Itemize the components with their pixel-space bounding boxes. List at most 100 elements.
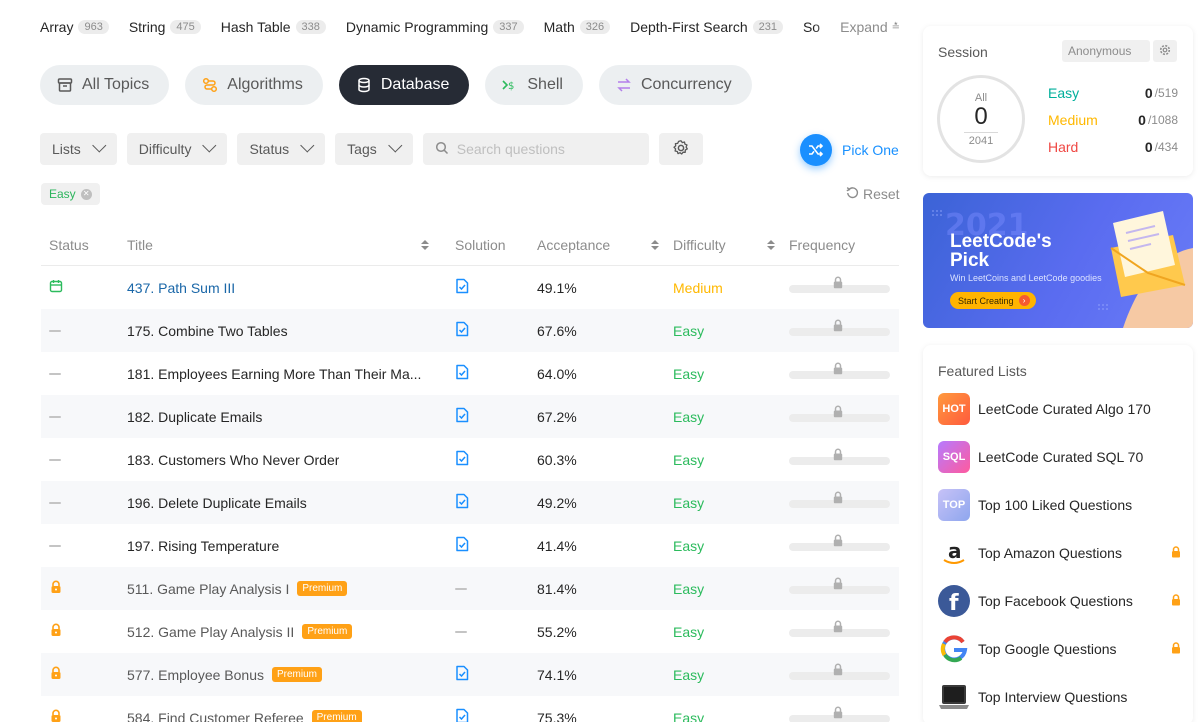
tag-dynamic-programming[interactable]: Dynamic Programming 337 (346, 19, 524, 35)
tag-count: 338 (295, 20, 326, 34)
search-input[interactable] (456, 141, 627, 157)
status-cell (41, 709, 127, 722)
tag-math[interactable]: Math 326 (544, 19, 611, 35)
tag-array[interactable]: Array 963 (40, 19, 109, 35)
table-row: 182. Duplicate Emails 67.2% Easy (41, 395, 899, 438)
tab-all-topics[interactable]: All Topics (40, 65, 170, 105)
featured-item-facebook[interactable]: f Top Facebook Questions (938, 584, 1188, 618)
featured-lists-card: Featured Lists HOT LeetCode Curated Algo… (923, 345, 1193, 722)
title-cell: 511. Game Play Analysis I Premium (127, 581, 455, 597)
tag-name: String (128, 19, 166, 35)
difficulty-cell: Easy (673, 408, 705, 425)
tab-database[interactable]: Database (338, 65, 470, 105)
header-frequency: Frequency (789, 236, 856, 253)
shuffle-icon (800, 134, 832, 166)
session-selector[interactable]: Anonymous (1062, 40, 1150, 62)
tag-hash-table[interactable]: Hash Table 338 (221, 19, 326, 35)
reset-button[interactable]: Reset (846, 186, 900, 202)
problem-title-link[interactable]: 196. Delete Duplicate Emails (127, 495, 307, 511)
header-acceptance[interactable]: Acceptance (537, 237, 673, 253)
header-status: Status (49, 236, 89, 253)
tab-label: Shell (527, 76, 563, 93)
promo-banner[interactable]: 2021 LeetCode's Pick Win LeetCoins and Le… (923, 193, 1193, 328)
solution-icon[interactable] (455, 493, 469, 512)
reset-icon (846, 186, 859, 202)
frequency-cell (789, 620, 899, 637)
status-dash (49, 372, 61, 375)
solution-icon[interactable] (455, 278, 469, 297)
featured-item-sql-70[interactable]: SQL LeetCode Curated SQL 70 (938, 440, 1188, 474)
featured-item-interview[interactable]: Top Interview Questions (938, 680, 1188, 714)
stat-total: /519 (1154, 86, 1178, 100)
acceptance-cell: 60.3% (537, 451, 577, 468)
problem-title-link[interactable]: 197. Rising Temperature (127, 538, 279, 554)
solution-icon[interactable] (455, 364, 469, 383)
session-settings-button[interactable] (1153, 40, 1177, 62)
title-cell: 182. Duplicate Emails (127, 409, 455, 425)
lock-icon (832, 448, 844, 464)
chevron-down-icon (387, 138, 403, 153)
status-dropdown[interactable]: Status (237, 133, 326, 165)
acceptance-cell: 74.1% (537, 666, 577, 683)
algorithms-icon (201, 76, 219, 94)
frequency-cell (789, 491, 899, 508)
solution-icon[interactable] (455, 665, 469, 684)
session-label: Session (938, 44, 988, 60)
pick-one-button[interactable]: Pick One (800, 134, 899, 166)
featured-item-google[interactable]: Top Google Questions (938, 632, 1188, 666)
start-creating-button[interactable]: Start Creating › (950, 292, 1036, 309)
problem-title-link[interactable]: 577. Employee Bonus (127, 667, 264, 683)
tags-dropdown[interactable]: Tags (335, 133, 413, 165)
tag-name: Hash Table (220, 19, 291, 35)
expand-button[interactable]: Expand ≛ (814, 14, 900, 40)
stack-icon (56, 76, 74, 94)
header-title[interactable]: Title (127, 237, 455, 253)
featured-item-amazon[interactable]: a Top Amazon Questions (938, 536, 1188, 570)
problem-title-link[interactable]: 183. Customers Who Never Order (127, 452, 339, 468)
stat-name: Hard (1048, 139, 1079, 155)
tag-depth-first-search[interactable]: Depth-First Search 231 (630, 19, 783, 35)
tab-label: Concurrency (640, 76, 732, 93)
problem-title-link[interactable]: 181. Employees Earning More Than Their M… (127, 366, 421, 382)
problem-title-link[interactable]: 512. Game Play Analysis II (127, 624, 294, 640)
frequency-bar (789, 491, 890, 508)
problem-title-link[interactable]: 175. Combine Two Tables (127, 323, 288, 339)
settings-button[interactable] (658, 133, 703, 165)
stat-easy: Easy 0/519 (1048, 83, 1178, 103)
problem-title-link[interactable]: 584. Find Customer Referee (127, 710, 304, 722)
tag-count: 231 (752, 20, 783, 34)
featured-item-top-100-liked[interactable]: TOP Top 100 Liked Questions (938, 488, 1188, 522)
close-icon[interactable]: ✕ (80, 188, 92, 200)
chip-label: Easy (49, 187, 76, 201)
tab-shell[interactable]: $ Shell (485, 65, 583, 105)
active-filter-chip[interactable]: Easy ✕ (41, 183, 100, 205)
calendar-icon (49, 279, 63, 296)
tag-count: 337 (493, 20, 524, 34)
hot-badge-icon: HOT (938, 393, 970, 425)
problem-title-link[interactable]: 437. Path Sum III (127, 280, 235, 296)
session-card: Session Anonymous All 0 2041 Easy 0/519 M… (923, 26, 1193, 176)
table-row: 511. Game Play Analysis I Premium 81.4% Eas… (41, 567, 899, 610)
title-cell: 584. Find Customer Referee Premium (127, 710, 455, 722)
difficulty-dropdown[interactable]: Difficulty (126, 133, 228, 165)
lists-dropdown[interactable]: Lists (40, 133, 117, 165)
problem-title-link[interactable]: 511. Game Play Analysis I (127, 581, 289, 597)
sort-icon (651, 239, 659, 250)
tag-name: Depth-First Search (630, 19, 748, 35)
tag-count: 963 (78, 20, 109, 34)
tag-string[interactable]: String 475 (129, 19, 201, 35)
solution-icon[interactable] (455, 321, 469, 340)
featured-item-algo-170[interactable]: HOT LeetCode Curated Algo 170 (938, 392, 1188, 426)
banner-title: LeetCode's Pick (950, 232, 1052, 270)
tab-algorithms[interactable]: Algorithms (185, 65, 323, 105)
solution-icon[interactable] (455, 708, 469, 722)
tab-concurrency[interactable]: Concurrency (598, 65, 752, 105)
frequency-cell (789, 706, 899, 722)
solution-icon[interactable] (455, 450, 469, 469)
header-difficulty[interactable]: Difficulty (673, 237, 789, 253)
table-body: 437. Path Sum III 49.1% Medium 175. Combine… (41, 266, 899, 722)
solved-count: 0 (974, 102, 988, 130)
solution-icon[interactable] (455, 407, 469, 426)
solution-icon[interactable] (455, 536, 469, 555)
problem-title-link[interactable]: 182. Duplicate Emails (127, 409, 262, 425)
